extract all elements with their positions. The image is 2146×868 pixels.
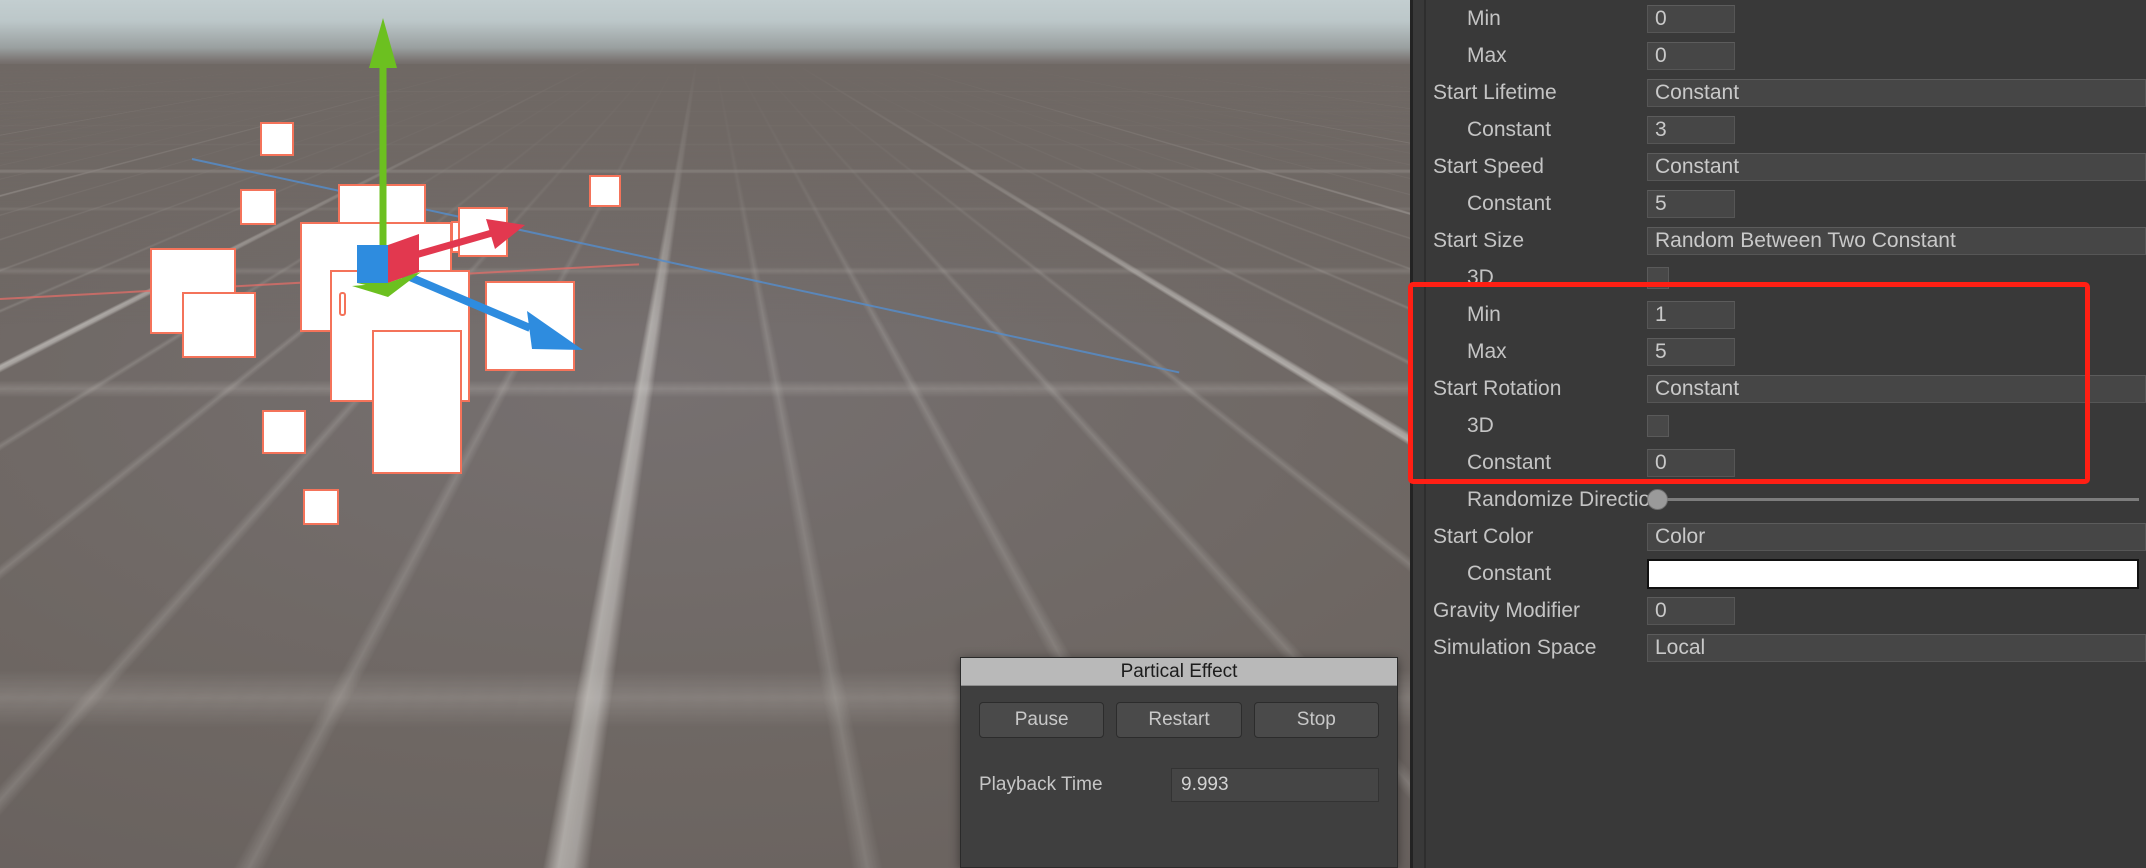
property-label: Constant bbox=[1433, 118, 1647, 142]
slider-knob[interactable] bbox=[1647, 489, 1668, 510]
number-field-constant[interactable]: 3 bbox=[1647, 116, 1735, 144]
particle-effect-button-group: Pause Restart Stop bbox=[961, 686, 1397, 738]
inspector-row-randomize-direction-13: Randomize Direction bbox=[1413, 481, 2146, 518]
pause-button[interactable]: Pause bbox=[979, 702, 1104, 738]
property-label: Start Lifetime bbox=[1433, 81, 1647, 105]
property-label: Max bbox=[1433, 340, 1647, 364]
inspector-row-3d-11: 3D bbox=[1413, 407, 2146, 444]
property-label: 3D bbox=[1433, 266, 1647, 290]
number-field-min[interactable]: 0 bbox=[1647, 5, 1735, 33]
number-field-gravity-modifier[interactable]: 0 bbox=[1647, 597, 1735, 625]
property-label: Min bbox=[1433, 7, 1647, 31]
number-field-max[interactable]: 5 bbox=[1647, 338, 1735, 366]
playback-time-label: Playback Time bbox=[979, 774, 1171, 796]
dropdown-start-speed[interactable]: Constant bbox=[1647, 153, 2146, 181]
inspector-row-max-9: Max5 bbox=[1413, 333, 2146, 370]
inspector-row-min-0: Min0 bbox=[1413, 0, 2146, 37]
inspector-row-start-rotation-10: Start RotationConstant bbox=[1413, 370, 2146, 407]
inspector-row-constant-12: Constant0 bbox=[1413, 444, 2146, 481]
property-label: Simulation Space bbox=[1433, 636, 1647, 660]
inspector-property-list: Min0Max0Start LifetimeConstantConstant3S… bbox=[1413, 0, 2146, 666]
property-label: Start Speed bbox=[1433, 155, 1647, 179]
number-field-constant[interactable]: 5 bbox=[1647, 190, 1735, 218]
particle bbox=[240, 189, 276, 225]
property-label: Start Color bbox=[1433, 525, 1647, 549]
checkbox-3d[interactable] bbox=[1647, 415, 1669, 437]
particle bbox=[303, 489, 339, 525]
inspector-row-start-speed-4: Start SpeedConstant bbox=[1413, 148, 2146, 185]
particle bbox=[182, 292, 256, 358]
inspector-row-start-color-14: Start ColorColor bbox=[1413, 518, 2146, 555]
property-label: Constant bbox=[1433, 562, 1647, 586]
property-label: Min bbox=[1433, 303, 1647, 327]
inspector-row-simulation-space-17: Simulation SpaceLocal bbox=[1413, 629, 2146, 666]
property-label: 3D bbox=[1433, 414, 1647, 438]
stop-button[interactable]: Stop bbox=[1254, 702, 1379, 738]
inspector-row-constant-15: Constant bbox=[1413, 555, 2146, 592]
inspector-row-start-lifetime-2: Start LifetimeConstant bbox=[1413, 74, 2146, 111]
particle-effect-title: Partical Effect bbox=[961, 658, 1397, 686]
inspector-row-constant-5: Constant5 bbox=[1413, 185, 2146, 222]
playback-time-input[interactable]: 9.993 bbox=[1171, 768, 1379, 802]
checkbox-3d[interactable] bbox=[1647, 267, 1669, 289]
inspector-row-gravity-modifier-16: Gravity Modifier0 bbox=[1413, 592, 2146, 629]
dropdown-start-rotation[interactable]: Constant bbox=[1647, 375, 2146, 403]
particle bbox=[260, 122, 294, 156]
inspector-row-max-1: Max0 bbox=[1413, 37, 2146, 74]
particle bbox=[458, 207, 508, 257]
color-swatch[interactable] bbox=[1647, 559, 2139, 589]
property-label: Constant bbox=[1433, 451, 1647, 475]
sky-gradient bbox=[0, 0, 1410, 66]
particle bbox=[262, 410, 306, 454]
particle bbox=[589, 175, 621, 207]
slider-randomize-direction[interactable] bbox=[1647, 489, 2139, 510]
inspector-row-start-size-6: Start SizeRandom Between Two Constant bbox=[1413, 222, 2146, 259]
particle bbox=[485, 281, 575, 371]
inspector-row-min-8: Min1 bbox=[1413, 296, 2146, 333]
number-field-max[interactable]: 0 bbox=[1647, 42, 1735, 70]
dropdown-start-color[interactable]: Color bbox=[1647, 523, 2146, 551]
property-label: Start Size bbox=[1433, 229, 1647, 253]
playback-time-row: Playback Time 9.993 bbox=[961, 738, 1397, 802]
property-label: Constant bbox=[1433, 192, 1647, 216]
property-label: Gravity Modifier bbox=[1433, 599, 1647, 623]
scene-viewport[interactable]: Partical Effect Pause Restart Stop Playb… bbox=[0, 0, 1410, 868]
property-label: Max bbox=[1433, 44, 1647, 68]
slider-track[interactable] bbox=[1667, 498, 2139, 501]
inspector-row-constant-3: Constant3 bbox=[1413, 111, 2146, 148]
property-label: Start Rotation bbox=[1433, 377, 1647, 401]
dropdown-simulation-space[interactable]: Local bbox=[1647, 634, 2146, 662]
number-field-constant[interactable]: 0 bbox=[1647, 449, 1735, 477]
property-label: Randomize Direction bbox=[1433, 488, 1647, 512]
inspector-panel[interactable]: Min0Max0Start LifetimeConstantConstant3S… bbox=[1410, 0, 2146, 868]
inspector-row-3d-7: 3D bbox=[1413, 259, 2146, 296]
particle bbox=[372, 330, 462, 474]
particle-effect-panel[interactable]: Partical Effect Pause Restart Stop Playb… bbox=[960, 657, 1398, 868]
number-field-min[interactable]: 1 bbox=[1647, 301, 1735, 329]
restart-button[interactable]: Restart bbox=[1116, 702, 1241, 738]
dropdown-start-size[interactable]: Random Between Two Constant bbox=[1647, 227, 2146, 255]
unity-editor-window: Partical Effect Pause Restart Stop Playb… bbox=[0, 0, 2146, 868]
dropdown-start-lifetime[interactable]: Constant bbox=[1647, 79, 2146, 107]
